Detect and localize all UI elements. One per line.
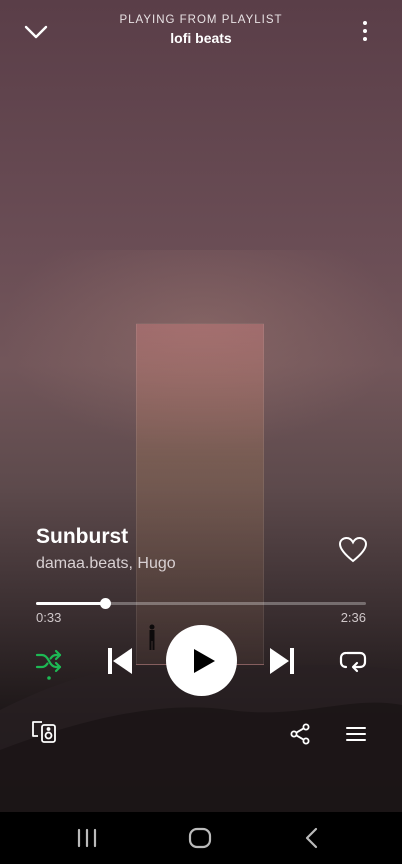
back-icon[interactable]: [302, 826, 322, 850]
total-duration: 2:36: [340, 610, 366, 625]
track-title[interactable]: Sunburst: [36, 525, 128, 549]
progress-fill: [36, 602, 106, 605]
recent-apps-icon[interactable]: [76, 826, 98, 850]
shuffle-icon[interactable]: [34, 647, 64, 681]
next-icon[interactable]: [268, 645, 296, 677]
more-vertical-icon[interactable]: [355, 18, 375, 44]
share-icon[interactable]: [288, 722, 312, 746]
heart-outline-icon[interactable]: [338, 536, 368, 564]
album-art-figure: [149, 624, 155, 650]
player-header: PLAYING FROM PLAYLIST lofi beats: [0, 0, 402, 64]
repeat-icon[interactable]: [338, 647, 368, 675]
devices-icon[interactable]: [30, 719, 58, 745]
queue-icon[interactable]: [345, 723, 367, 745]
playing-from-label: PLAYING FROM PLAYLIST: [119, 14, 283, 26]
playlist-name[interactable]: lofi beats: [60, 30, 342, 46]
track-artist[interactable]: damaa.beats, Hugo: [36, 555, 176, 573]
previous-icon[interactable]: [106, 645, 134, 677]
system-navigation-bar: [0, 812, 402, 864]
chevron-down-icon[interactable]: [22, 20, 50, 44]
progress-bar[interactable]: [36, 598, 366, 609]
play-icon: [194, 649, 215, 673]
play-button[interactable]: [166, 625, 237, 696]
home-icon[interactable]: [187, 826, 213, 850]
elapsed-time: 0:33: [36, 610, 62, 625]
